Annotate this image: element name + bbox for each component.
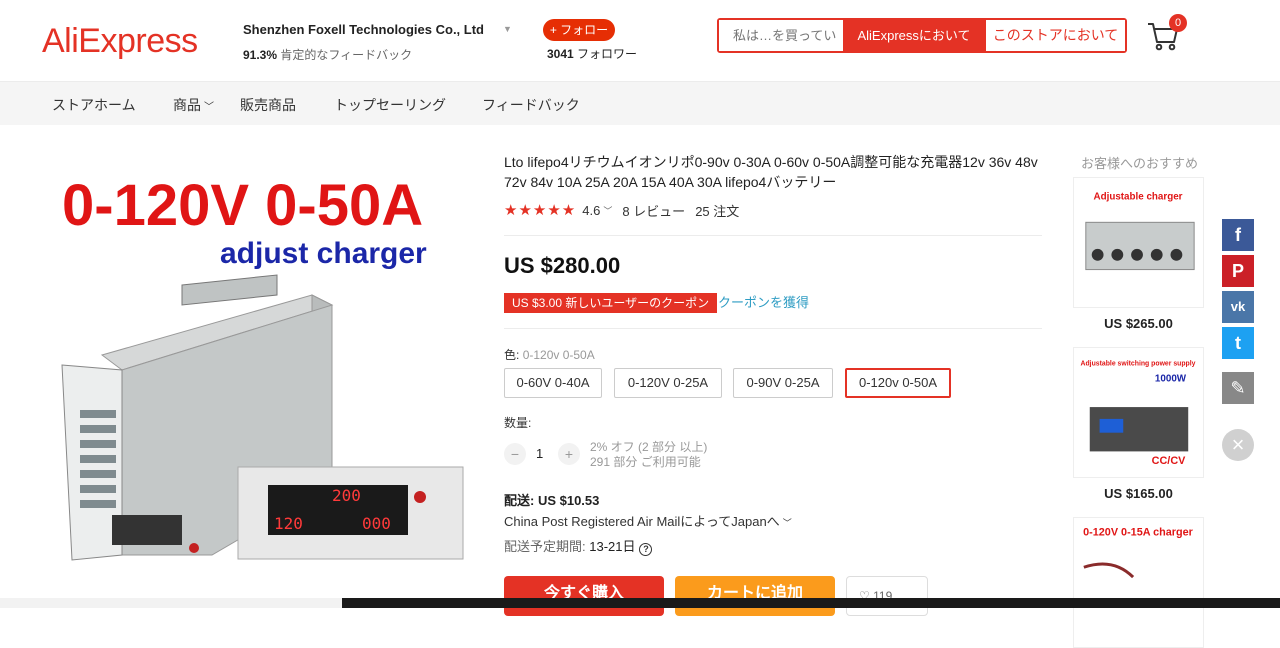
shipping-method[interactable]: China Post Registered Air MailによってJapanへ… bbox=[504, 511, 792, 530]
nav-products[interactable]: 商品 ﹀ bbox=[173, 95, 214, 115]
delivery-label: 配送予定期間: bbox=[504, 539, 590, 554]
os-taskbar-search[interactable] bbox=[0, 598, 342, 608]
add-to-cart-button[interactable]: カートに追加 bbox=[675, 576, 835, 616]
search-store-button[interactable]: このストアにおいて bbox=[985, 20, 1125, 51]
recommend-item-image[interactable]: Adjustable switching power supply 1000W … bbox=[1073, 347, 1204, 478]
help-icon[interactable]: ? bbox=[639, 543, 653, 556]
rating-caret-icon[interactable]: ﹀ bbox=[603, 204, 612, 217]
aliexpress-logo[interactable]: AliExpress bbox=[42, 22, 198, 61]
recommend-title: お客様へのおすすめ bbox=[1081, 156, 1199, 171]
chevron-down-icon: ﹀ bbox=[782, 518, 792, 528]
nav-sale-items[interactable]: 販売商品 bbox=[240, 95, 296, 115]
recommend-item-price[interactable]: US $165.00 bbox=[1073, 486, 1204, 501]
star-rating-icon[interactable]: ★★★★★ bbox=[504, 201, 576, 219]
recommend-item-badge: 1000W bbox=[1155, 373, 1187, 384]
coupon-badge: US $3.00 新しいユーザーのクーポン bbox=[504, 293, 718, 313]
chevron-down-icon: ﹀ bbox=[204, 102, 214, 113]
color-selected: 0-120v 0-50A bbox=[522, 348, 595, 362]
store-header: AliExpress Shenzhen Foxell Technologies … bbox=[0, 0, 1280, 82]
edit-icon[interactable]: ✎ bbox=[1222, 372, 1254, 404]
search-bar: AliExpressにおいて このストアにおいて bbox=[717, 18, 1127, 53]
facebook-icon[interactable]: f bbox=[1222, 219, 1254, 251]
store-caret-icon[interactable]: ▼ bbox=[503, 24, 512, 34]
follow-button[interactable]: + フォロー bbox=[543, 19, 615, 41]
stock-available-text: 291 部分 ご利用可能 bbox=[590, 455, 701, 469]
product-image[interactable]: 0-120V 0-50A adjust charger 200 120 000 bbox=[42, 155, 482, 595]
nav-products-label: 商品 bbox=[173, 97, 201, 113]
product-image-subtitle: adjust charger bbox=[220, 237, 427, 270]
delivery-estimate: 配送予定期間: 13-21日? bbox=[504, 536, 653, 556]
divider bbox=[504, 235, 1042, 236]
sku-option[interactable]: 0-120V 0-25A bbox=[614, 368, 722, 398]
recommend-item-title: 0-120V 0-15A charger bbox=[1083, 527, 1194, 539]
buy-now-button[interactable]: 今すぐ購入 bbox=[504, 576, 664, 616]
recommend-item-image[interactable]: Adjustable charger bbox=[1073, 177, 1204, 308]
store-name[interactable]: Shenzhen Foxell Technologies Co., Ltd bbox=[243, 22, 484, 37]
rating-row: ★★★★★ 4.6 ﹀ 8 レビュー 25 注文 bbox=[504, 200, 739, 220]
close-icon[interactable]: × bbox=[1222, 429, 1254, 461]
delivery-days: 13-21日 bbox=[589, 539, 636, 554]
recommend-item-title: Adjustable charger bbox=[1093, 192, 1182, 203]
review-count[interactable]: 8 レビュー bbox=[622, 201, 685, 220]
recommend-item-image[interactable]: 0-120V 0-15A charger bbox=[1073, 517, 1204, 648]
quantity-decrease-button[interactable]: − bbox=[504, 443, 526, 465]
divider bbox=[504, 328, 1042, 329]
recommend-item-tag: CC/CV bbox=[1152, 455, 1186, 467]
quantity-increase-button[interactable]: + bbox=[558, 443, 580, 465]
color-label: 色: 0-120v 0-50A bbox=[504, 346, 595, 363]
nav-top-selling[interactable]: トップセーリング bbox=[334, 95, 446, 115]
get-coupon-link[interactable]: クーポンを獲得 bbox=[718, 293, 809, 313]
shipping-cost: 配送: US $10.53 bbox=[504, 493, 600, 508]
search-aliexpress-button[interactable]: AliExpressにおいて bbox=[843, 20, 985, 51]
sku-option[interactable]: 0-90V 0-25A bbox=[733, 368, 833, 398]
quantity-label: 数量: bbox=[504, 416, 532, 430]
search-input[interactable] bbox=[719, 20, 843, 51]
followers-number: 3041 bbox=[547, 47, 574, 61]
sku-option-selected[interactable]: 0-120v 0-50A bbox=[845, 368, 951, 398]
product-price: US $280.00 bbox=[504, 253, 621, 278]
product-title: Lto lifepo4リチウムイオンリポ0-90v 0-30A 0-60v 0-… bbox=[504, 154, 1038, 190]
bulk-discount-text: 2% オフ (2 部分 以上) bbox=[590, 440, 708, 454]
sku-option[interactable]: 0-60V 0-40A bbox=[504, 368, 602, 398]
store-feedback: 91.3% 肯定的なフィードバック bbox=[243, 46, 412, 63]
nav-store-home[interactable]: ストアホーム bbox=[52, 95, 136, 115]
followers-text: フォロワー bbox=[573, 47, 638, 61]
twitter-icon[interactable]: t bbox=[1222, 327, 1254, 359]
feedback-text: 肯定的なフィードバック bbox=[277, 48, 413, 62]
recommend-item-title: Adjustable switching power supply bbox=[1081, 361, 1196, 368]
product-image-display-right: 000 bbox=[362, 514, 391, 533]
nav-feedback[interactable]: フィードバック bbox=[482, 95, 580, 115]
followers-count: 3041 フォロワー bbox=[547, 45, 637, 62]
recommend-item-price[interactable]: US $265.00 bbox=[1073, 316, 1204, 331]
product-image-headline: 0-120V 0-50A bbox=[62, 173, 423, 238]
cart-badge: 0 bbox=[1169, 14, 1187, 32]
rating-value[interactable]: 4.6 bbox=[582, 203, 600, 218]
shipping-method-text: China Post Registered Air MailによってJapanへ bbox=[504, 514, 780, 529]
pinterest-icon[interactable]: P bbox=[1222, 255, 1254, 287]
vk-icon[interactable]: vk bbox=[1222, 291, 1254, 323]
color-label-prefix: 色: bbox=[504, 348, 520, 362]
quantity-note: 2% オフ (2 部分 以上) 291 部分 ご利用可能 bbox=[590, 440, 707, 470]
feedback-percent: 91.3% bbox=[243, 48, 278, 62]
product-image-display-bottom: 120 bbox=[274, 514, 303, 533]
store-nav: ストアホーム 商品 ﹀ 販売商品 トップセーリング フィードバック bbox=[0, 82, 1280, 125]
wishlist-button[interactable]: ♡ 119 bbox=[846, 576, 928, 616]
order-count: 25 注文 bbox=[695, 203, 740, 219]
quantity-value[interactable]: 1 bbox=[536, 446, 543, 461]
product-image-display-top: 200 bbox=[332, 486, 361, 505]
